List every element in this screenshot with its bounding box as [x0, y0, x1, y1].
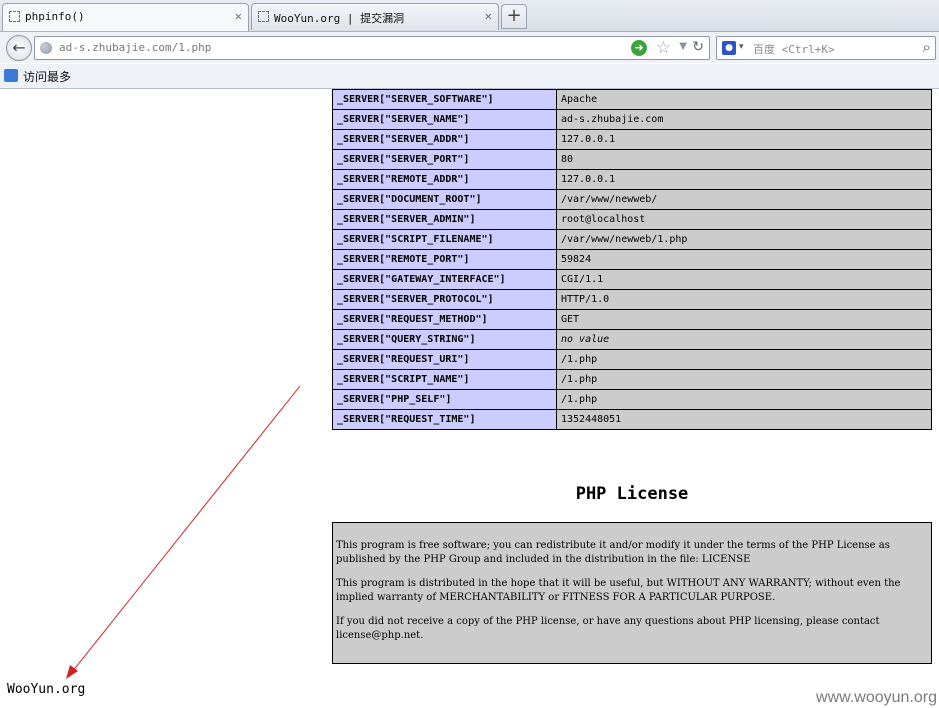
- tab-bar: phpinfo() ✕ WooYun.org | 提交漏洞 ✕ +: [0, 0, 939, 32]
- variable-value: 59824: [556, 249, 932, 270]
- server-variables-table: _SERVER["SERVER_SOFTWARE"] Apache _SERVER[…: [332, 89, 932, 430]
- search-bar[interactable]: ● ▾ 百度 <Ctrl+K> ⌕: [716, 36, 936, 60]
- page-icon: [258, 11, 269, 22]
- variable-value: /var/www/newweb/1.php: [556, 229, 932, 250]
- variable-value: 127.0.0.1: [556, 129, 932, 150]
- bookmark-star-icon[interactable]: ☆: [656, 38, 671, 58]
- table-row: _SERVER["REMOTE_PORT"] 59824: [332, 249, 932, 270]
- table-row: _SERVER["SERVER_ADDR"] 127.0.0.1: [332, 129, 932, 150]
- variable-value: ad-s.zhubajie.com: [556, 109, 932, 130]
- table-row: _SERVER["REQUEST_METHOD"] GET: [332, 309, 932, 330]
- annotation-label: WooYun.org: [7, 682, 86, 697]
- variable-value: Apache: [556, 89, 932, 110]
- table-row: _SERVER["PHP_SELF"]/1.php: [332, 389, 932, 410]
- license-box: This program is free software; you can r…: [332, 522, 932, 664]
- bookmarks-toolbar: 访问最多: [0, 64, 939, 89]
- tab-label: phpinfo(): [25, 10, 85, 23]
- table-row: _SERVER["DOCUMENT_ROOT"]/var/www/newweb/: [332, 189, 932, 210]
- table-row: _SERVER["SERVER_ADMIN"] root@localhost: [332, 209, 932, 230]
- variable-value: root@localhost: [556, 209, 932, 230]
- license-paragraph: If you did not receive a copy of the PHP…: [336, 616, 880, 641]
- tab-label: WooYun.org | 提交漏洞: [274, 12, 405, 25]
- bookmark-folder-icon: [4, 69, 18, 82]
- license-heading: PHP License: [575, 484, 689, 504]
- watermark: www.wooyun.org: [816, 689, 937, 706]
- table-row: _SERVER["REQUEST_URI"]/1.php: [332, 349, 932, 370]
- variable-value: /var/www/newweb/: [556, 189, 932, 210]
- annotation-arrow: [66, 385, 301, 679]
- search-icon[interactable]: ⌕: [923, 38, 931, 56]
- close-icon[interactable]: ✕: [235, 9, 242, 23]
- variable-value: /1.php: [556, 369, 932, 390]
- license-paragraph: This program is distributed in the hope …: [336, 578, 901, 603]
- table-row: _SERVER["REQUEST_TIME"] 1352448051: [332, 409, 932, 430]
- close-icon[interactable]: ✕: [485, 9, 492, 23]
- address-bar[interactable]: ad-s.zhubajie.com/1.php ➜ ☆ ▼ ↻: [34, 36, 710, 60]
- variable-value: GET: [556, 309, 932, 330]
- search-engine-icon[interactable]: ●: [722, 41, 736, 55]
- table-row: _SERVER["SERVER_PORT"] 80: [332, 149, 932, 170]
- variable-value: CGI/1.1: [556, 269, 932, 290]
- variable-value: 1352448051: [556, 409, 932, 430]
- variable-value: 80: [556, 149, 932, 170]
- license-paragraph: This program is free software; you can r…: [336, 540, 890, 565]
- search-input[interactable]: 百度 <Ctrl+K>: [753, 41, 835, 57]
- engine-dropdown-icon[interactable]: ▾: [739, 42, 744, 52]
- url-text[interactable]: ad-s.zhubajie.com/1.php: [59, 41, 211, 54]
- table-row: _SERVER["QUERY_STRING"] no value: [332, 329, 932, 350]
- table-row: _SERVER["GATEWAY_INTERFACE"] CGI/1.1: [332, 269, 932, 290]
- navigation-bar: ← ad-s.zhubajie.com/1.php ➜ ☆ ▼ ↻ ● ▾ 百度…: [0, 32, 939, 63]
- bookmark-most-visited[interactable]: 访问最多: [23, 68, 71, 85]
- page-icon: [9, 11, 20, 22]
- tab-phpinfo[interactable]: phpinfo() ✕: [2, 3, 249, 31]
- table-row: _SERVER["SCRIPT_NAME"]/1.php: [332, 369, 932, 390]
- variable-value: HTTP/1.0: [556, 289, 932, 310]
- variable-value: /1.php: [556, 389, 932, 410]
- variable-value: /1.php: [556, 349, 932, 370]
- back-button[interactable]: ←: [6, 35, 32, 61]
- reload-icon[interactable]: ↻: [692, 39, 704, 55]
- tab-wooyun[interactable]: WooYun.org | 提交漏洞 ✕: [251, 3, 499, 30]
- go-icon[interactable]: ➜: [631, 40, 647, 56]
- history-dropdown-icon[interactable]: ▼: [679, 41, 687, 52]
- table-row: _SERVER["REMOTE_ADDR"] 127.0.0.1: [332, 169, 932, 190]
- new-tab-button[interactable]: +: [501, 4, 527, 29]
- variable-value: 127.0.0.1: [556, 169, 932, 190]
- table-row: _SERVER["SERVER_PROTOCOL"] HTTP/1.0: [332, 289, 932, 310]
- arrow-line: [71, 385, 301, 673]
- table-row: _SERVER["SERVER_SOFTWARE"] Apache: [332, 89, 932, 110]
- variable-value: no value: [556, 329, 932, 350]
- table-row: _SERVER["SERVER_NAME"] ad-s.zhubajie.com: [332, 109, 932, 130]
- globe-icon: [40, 42, 52, 54]
- page-content: _SERVER["SERVER_SOFTWARE"] Apache _SERVER[…: [0, 89, 939, 708]
- table-row: _SERVER["SCRIPT_FILENAME"]/var/www/newwe…: [332, 229, 932, 250]
